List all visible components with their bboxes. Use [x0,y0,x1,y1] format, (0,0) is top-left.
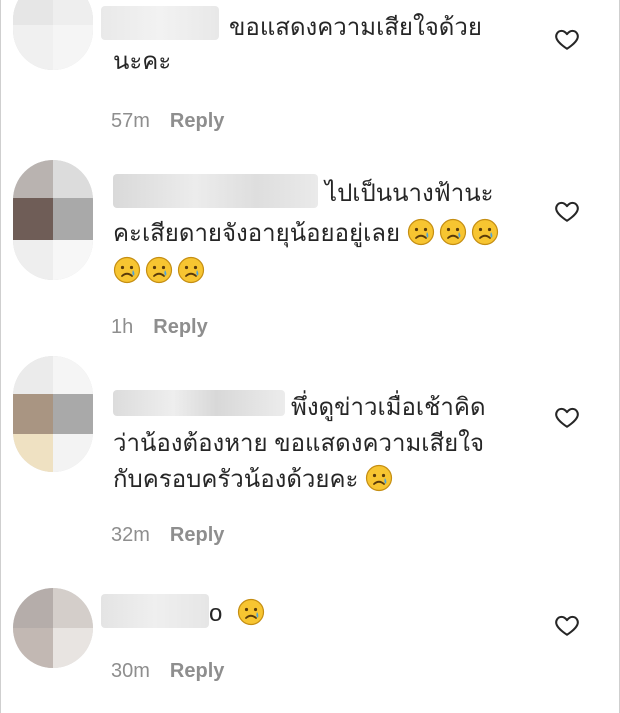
heart-icon[interactable] [554,612,580,638]
comment-meta: 1h Reply [111,316,208,339]
reply-button[interactable]: Reply [170,524,224,546]
comment-time: 30m [111,660,150,682]
comment-text: กับครอบครัวน้องด้วยคะ [113,466,359,493]
avatar[interactable] [13,160,93,280]
crying-face-emoji [145,256,173,284]
crying-face-emoji [237,598,265,626]
reply-button[interactable]: Reply [170,110,224,132]
blurred-username [101,6,219,40]
blurred-username [113,174,318,208]
comment-meta: 30m Reply [111,660,224,683]
comment-text-line: ไปเป็นนางฟ้านะ [325,180,494,207]
blurred-username [101,594,209,628]
avatar[interactable] [13,588,93,668]
comment-text-line: ขอแสดงความเสียใจด้วย [229,14,482,41]
comment-time: 57m [111,110,150,132]
comment-text: o [209,600,223,627]
crying-face-emoji [177,256,205,284]
comment-text-line: ว่าน้องต้องหาย ขอแสดงความเสียใจ [113,430,485,457]
crying-face-emoji [407,218,434,246]
crying-face-emoji [471,218,498,246]
blurred-username [113,390,285,416]
avatar[interactable] [13,356,93,472]
crying-face-emoji [365,464,393,492]
emoji-line [113,254,209,290]
heart-icon[interactable] [554,404,580,430]
comment-time: 1h [111,316,134,338]
comment-text-line: o [209,596,269,632]
comment-text-line: พึ่งดูข่าวเมื่อเช้าคิด [291,394,486,421]
comment-text: คะเสียดายจังอายุน้อยอยู่เลย [113,220,401,247]
reply-button[interactable]: Reply [170,660,224,682]
comment-text-line: คะเสียดายจังอายุน้อยอยู่เลย [113,216,503,252]
avatar[interactable] [13,0,93,70]
comments-panel: ขอแสดงความเสียใจด้วย นะคะ 57m Reply ไปเป็… [0,0,620,713]
crying-face-emoji [439,218,466,246]
comment-text-line: นะคะ [113,48,172,75]
reply-button[interactable]: Reply [153,316,207,338]
heart-icon[interactable] [554,26,580,52]
comment-time: 32m [111,524,150,546]
heart-icon[interactable] [554,198,580,224]
comment-text-line: กับครอบครัวน้องด้วยคะ [113,462,397,498]
comment-meta: 32m Reply [111,524,224,547]
comment-meta: 57m Reply [111,110,224,133]
crying-face-emoji [113,256,141,284]
